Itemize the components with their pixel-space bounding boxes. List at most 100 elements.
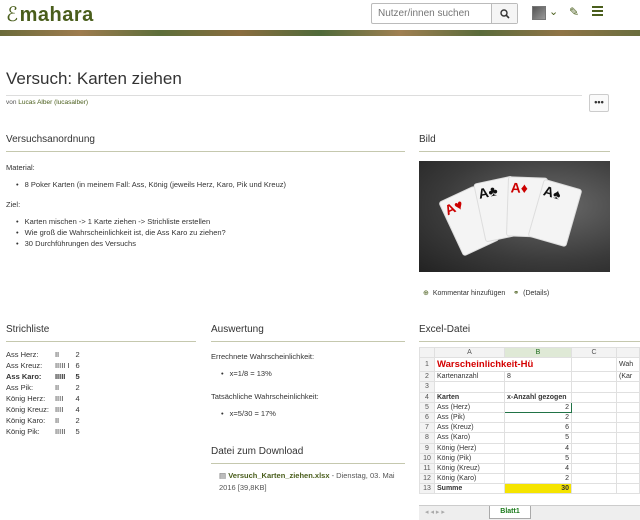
cell[interactable]: König (Pik)	[434, 452, 505, 464]
cell[interactable]: 2	[504, 473, 572, 485]
row-label: König Kreuz:	[6, 405, 49, 414]
excel-preview[interactable]: A B C 1 Warscheinlichkeit-Hü Wah 2 Karten…	[419, 347, 640, 517]
cell[interactable]: Ass (Pik)	[434, 411, 505, 424]
cell[interactable]	[616, 411, 640, 424]
cell[interactable]	[571, 452, 617, 464]
cell[interactable]: König (Kreuz)	[434, 462, 505, 475]
cell[interactable]	[616, 391, 640, 403]
column-header[interactable]: B	[504, 347, 572, 359]
cell[interactable]: Ass (Karo)	[434, 432, 505, 444]
material-label: Material:	[6, 163, 35, 172]
user-search	[371, 3, 518, 24]
link-icon: ⚭	[513, 290, 520, 297]
row-label: Ass Kreuz:	[6, 361, 43, 370]
cell[interactable]	[616, 401, 640, 413]
row-count: 2	[75, 350, 80, 359]
cell[interactable]: 2	[504, 411, 572, 424]
cell[interactable]: 4	[504, 442, 572, 454]
cell[interactable]: 8	[504, 371, 572, 383]
row-number: 2	[419, 371, 435, 383]
cell[interactable]	[571, 442, 617, 454]
cell[interactable]	[571, 381, 617, 393]
chevron-down-icon[interactable]: ⌄	[549, 5, 558, 18]
cell[interactable]	[571, 432, 617, 444]
column-header[interactable]: A	[434, 347, 505, 359]
cell[interactable]	[616, 381, 640, 393]
cell[interactable]: Karten	[434, 391, 505, 403]
cell[interactable]	[616, 483, 640, 495]
row-marks: II	[54, 416, 60, 425]
cell[interactable]	[616, 422, 640, 434]
cell[interactable]: König (Herz)	[434, 442, 505, 454]
corner-cell	[419, 347, 435, 359]
table-row: Ass Kreuz: IIIII I 6	[6, 361, 86, 372]
cell[interactable]	[571, 391, 617, 403]
sheet-nav-arrows[interactable]: ◂ ◂ ▸ ▸	[425, 508, 445, 516]
author-byline: von Lucas Alber (lucasalber)	[6, 99, 88, 106]
more-options-button[interactable]: •••	[589, 94, 609, 112]
cell[interactable]	[616, 452, 640, 464]
column-header[interactable]	[616, 347, 640, 359]
cell[interactable]: Kartenanzahl	[434, 371, 505, 383]
search-input[interactable]	[372, 4, 491, 23]
download-file-link[interactable]: Versuch_Karten_ziehen.xlsx	[228, 471, 329, 480]
strichliste-table: Ass Herz: II 2 Ass Kreuz: IIIII I 6 Ass Karo…	[6, 350, 86, 438]
cell[interactable]	[571, 401, 617, 413]
top-bar: ℰmahara ⌄ ✎	[0, 0, 640, 30]
cell[interactable]: Ass (Herz)	[434, 401, 505, 413]
row-count: 4	[75, 405, 80, 414]
sheet-title-cell[interactable]: Warscheinlichkeit-Hü	[434, 357, 572, 373]
column-header[interactable]: C	[571, 347, 617, 359]
cell[interactable]: Summe	[434, 483, 505, 495]
cell[interactable]: x-Anzahl gezogen	[504, 391, 572, 403]
user-avatar[interactable]	[532, 6, 546, 20]
list-item: x=1/8 = 13%	[221, 368, 405, 379]
wrench-icon[interactable]: ✎	[569, 5, 579, 19]
table-row: 10 König (Pik) 5	[419, 452, 640, 464]
versuch-content: Material: 8 Poker Karten (in meinem Fall…	[6, 162, 405, 249]
row-number: 5	[419, 401, 435, 413]
sum-cell[interactable]: 30	[504, 483, 572, 495]
cell[interactable]	[616, 432, 640, 444]
selected-cell[interactable]: 2	[504, 401, 572, 413]
cell[interactable]: Wah	[616, 357, 640, 373]
table-row: 9 König (Herz) 4	[419, 442, 640, 454]
row-number: 12	[419, 473, 435, 485]
cell[interactable]	[571, 462, 617, 475]
cell[interactable]: Ass (Kreuz)	[434, 422, 505, 434]
table-row: 1 Warscheinlichkeit-Hü Wah	[419, 357, 640, 373]
cell[interactable]	[571, 411, 617, 424]
author-link[interactable]: Lucas Alber (lucasalber)	[18, 99, 88, 106]
details-link[interactable]: (Details)	[523, 290, 549, 297]
list-item: x=5/30 = 17%	[221, 408, 405, 419]
cell[interactable]: König (Karo)	[434, 473, 505, 485]
cell[interactable]: (Kar	[616, 371, 640, 383]
cell[interactable]	[434, 381, 505, 393]
cell[interactable]	[616, 462, 640, 475]
row-label: Ass Herz:	[6, 350, 39, 359]
cell[interactable]	[571, 422, 617, 434]
cell[interactable]: 6	[504, 422, 572, 434]
menu-icon[interactable]	[592, 6, 603, 18]
cell[interactable]: 4	[504, 462, 572, 475]
sheet-tab[interactable]: Blatt1	[489, 506, 531, 519]
section-title-bild: Bild	[419, 134, 610, 152]
cell[interactable]: 5	[504, 452, 572, 464]
cell[interactable]	[571, 371, 617, 383]
cell[interactable]	[571, 473, 617, 485]
table-row: Ass Herz: II 2	[6, 350, 86, 361]
cell[interactable]	[616, 442, 640, 454]
cell[interactable]	[616, 473, 640, 485]
cell[interactable]	[504, 381, 572, 393]
cell[interactable]	[571, 357, 617, 373]
add-comment-link[interactable]: Kommentar hinzufügen	[433, 290, 505, 297]
row-number: 1	[419, 357, 435, 373]
mahara-logo[interactable]: ℰmahara	[6, 2, 94, 27]
row-count: 6	[75, 361, 80, 370]
search-button[interactable]	[491, 4, 517, 23]
section-title-versuch: Versuchsanordnung	[6, 134, 405, 152]
row-number: 4	[419, 391, 435, 403]
poker-cards-image[interactable]: A♥ A♣ A♦ A♠	[419, 161, 610, 272]
cell[interactable]	[571, 483, 617, 495]
cell[interactable]: 5	[504, 432, 572, 444]
